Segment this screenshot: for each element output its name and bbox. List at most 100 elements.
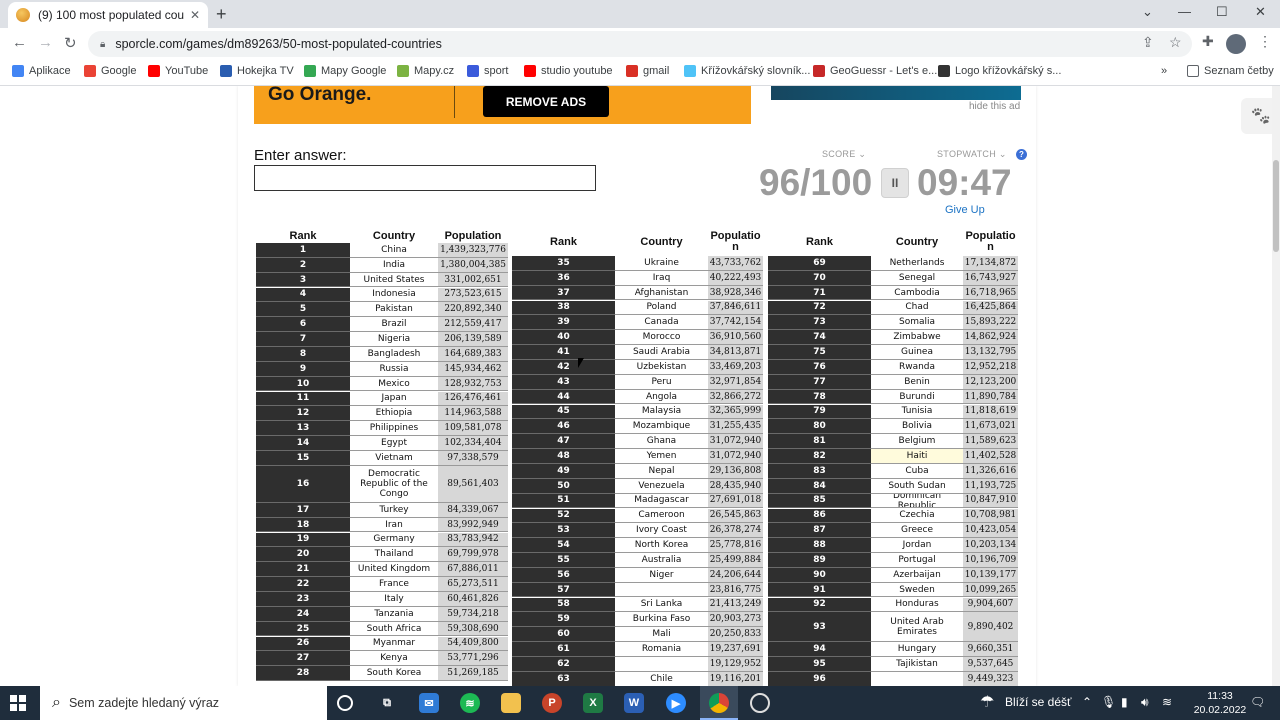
table-population-cell: 10,423,054: [963, 523, 1018, 539]
table-rank-cell: 54: [512, 538, 615, 553]
table-population-cell: 126,476,461: [438, 391, 508, 407]
steam-icon[interactable]: [750, 693, 770, 713]
table-country-cell: South Korea: [350, 666, 438, 681]
bookmark-logo-krizovkarsky[interactable]: Logo křížovkářský s...: [938, 65, 1061, 77]
file-explorer-icon[interactable]: [501, 693, 521, 713]
reading-list-button[interactable]: Seznam četby: [1187, 65, 1274, 77]
scrollbar-thumb[interactable]: [1273, 160, 1279, 252]
spotify-icon[interactable]: ≋: [460, 693, 480, 713]
word-icon[interactable]: W: [624, 693, 644, 713]
help-icon[interactable]: ?: [1016, 149, 1027, 160]
table-rank-cell: 35: [512, 256, 615, 271]
powerpoint-icon[interactable]: P: [542, 693, 562, 713]
weather-text[interactable]: Blíží se déšť: [1005, 695, 1072, 709]
give-up-link[interactable]: Give Up: [945, 204, 985, 216]
table-population-cell: 11,193,725: [963, 478, 1018, 494]
lock-icon[interactable]: 🔒︎: [100, 39, 105, 50]
table-population-cell: 40,222,493: [708, 270, 763, 286]
table-country-cell: Ethiopia: [350, 406, 438, 422]
back-icon[interactable]: ←: [12, 34, 27, 51]
table-population-cell: 24,206,644: [708, 567, 763, 583]
zoom-icon[interactable]: ▶: [666, 693, 686, 713]
weather-umbrella-icon[interactable]: ☂: [980, 692, 994, 712]
new-tab-button[interactable]: +: [216, 4, 227, 25]
bookmarks-bar: Aplikace Google YouTube Hokejka TV Mapy …: [0, 60, 1280, 86]
bookmark-apps[interactable]: Aplikace: [12, 65, 71, 77]
address-bar[interactable]: 🔒︎ sporcle.com/games/dm89263/50-most-pop…: [88, 31, 1192, 57]
close-window-button[interactable]: ✕: [1255, 4, 1266, 20]
table-country-cell: Nepal: [615, 463, 708, 479]
table-country-cell: Democratic Republic of the Congo: [350, 465, 438, 503]
side-ad[interactable]: [771, 86, 1021, 100]
volume-icon[interactable]: 🔊︎: [1141, 695, 1149, 710]
battery-icon[interactable]: ▮: [1121, 695, 1128, 709]
bookmark-hokejka[interactable]: Hokejka TV: [220, 65, 294, 77]
table-country-cell: Iran: [350, 517, 438, 533]
extensions-puzzle-icon[interactable]: ✚: [1202, 33, 1214, 50]
bookmark-sport[interactable]: sport: [467, 65, 508, 77]
table-rank-cell: 58: [512, 597, 615, 613]
bookmark-google[interactable]: Google: [84, 65, 136, 77]
table-rank-cell: 96: [768, 671, 871, 686]
task-view-icon[interactable]: ⧉: [377, 693, 397, 713]
table-rank-cell: 50: [512, 478, 615, 494]
bookmarks-overflow-icon[interactable]: »: [1161, 65, 1167, 77]
table-population-cell: 11,890,784: [963, 389, 1018, 405]
hide-ad-link[interactable]: hide this ad: [969, 101, 1020, 112]
excel-icon[interactable]: X: [583, 693, 603, 713]
table-country-cell: Afghanistan: [615, 285, 708, 301]
chrome-taskbar-button[interactable]: [700, 686, 738, 720]
browser-tab[interactable]: (9) 100 most populated countries ✕: [8, 2, 208, 28]
bookmark-youtube[interactable]: YouTube: [148, 65, 208, 77]
mail-icon[interactable]: ✉: [419, 693, 439, 713]
bookmark-krizovkarsky-slovnik[interactable]: Křížovkářský slovník...: [684, 65, 810, 77]
table-rank-cell: 92: [768, 597, 871, 613]
table-rank-cell: 11: [256, 391, 350, 407]
bookmark-mapy-cz[interactable]: Mapy.cz: [397, 65, 454, 77]
table-rank-cell: 16: [256, 465, 350, 503]
table-population-cell: 19,129,952: [708, 657, 763, 672]
bookmark-gmail[interactable]: gmail: [626, 65, 669, 77]
notifications-icon[interactable]: 🗨︎: [1250, 695, 1265, 709]
page-scrollbar[interactable]: [1272, 86, 1280, 686]
remove-ads-button[interactable]: REMOVE ADS: [483, 86, 609, 117]
table-population-cell: 212,559,417: [438, 317, 508, 332]
close-tab-icon[interactable]: ✕: [190, 8, 200, 22]
microphone-icon[interactable]: 🎙︎: [1101, 695, 1116, 709]
tray-overflow-icon[interactable]: ⌃: [1082, 695, 1092, 709]
table-rank-cell: 39: [512, 315, 615, 331]
bookmark-mapy-google[interactable]: Mapy Google: [304, 65, 386, 77]
ad-banner[interactable]: Go Orange. REMOVE ADS: [254, 86, 751, 124]
table-rank-cell: 24: [256, 606, 350, 622]
table-rank-cell: 70: [768, 270, 871, 286]
table-rank-cell: 71: [768, 285, 871, 301]
tab-search-icon[interactable]: ⌄: [1142, 4, 1153, 20]
bookmark-star-icon[interactable]: ☆: [1169, 34, 1182, 51]
table-rank-cell: 6: [256, 317, 350, 332]
table-country-cell: South Africa: [350, 621, 438, 637]
table-population-cell: 32,365,999: [708, 404, 763, 420]
reload-icon[interactable]: ↻: [64, 34, 77, 52]
taskbar-search-box[interactable]: ⌕ Sem zadejte hledaný výraz: [40, 686, 327, 720]
table-country-cell: Greece: [871, 523, 963, 539]
table-rank-cell: 52: [512, 508, 615, 524]
table-country-cell: Somalia: [871, 315, 963, 331]
cortana-icon[interactable]: [337, 695, 353, 711]
table-population-cell: 9,904,607: [963, 597, 1018, 613]
minimize-button[interactable]: —: [1178, 4, 1191, 19]
profile-avatar[interactable]: [1226, 34, 1246, 54]
bookmark-studio-youtube[interactable]: studio youtube: [524, 65, 613, 77]
answer-input[interactable]: [254, 165, 596, 191]
pause-button[interactable]: II: [881, 168, 909, 198]
windows-start-icon[interactable]: [10, 695, 26, 711]
population-header-3: Populatio n: [965, 230, 1016, 253]
table-population-cell: 102,334,404: [438, 436, 508, 451]
forward-icon[interactable]: →: [38, 34, 53, 51]
maximize-button[interactable]: ☐: [1216, 4, 1228, 20]
share-icon[interactable]: ⇪: [1142, 34, 1154, 51]
taskbar-clock[interactable]: 11:33 20.02.2022: [1190, 689, 1250, 717]
wifi-icon[interactable]: ≋: [1162, 695, 1172, 709]
bookmark-geoguessr[interactable]: GeoGuessr - Let's e...: [813, 65, 937, 77]
chrome-menu-icon[interactable]: ⋮: [1258, 33, 1272, 50]
page-viewport: Go Orange. REMOVE ADS hide this ad 🐾︎ En…: [0, 86, 1280, 686]
